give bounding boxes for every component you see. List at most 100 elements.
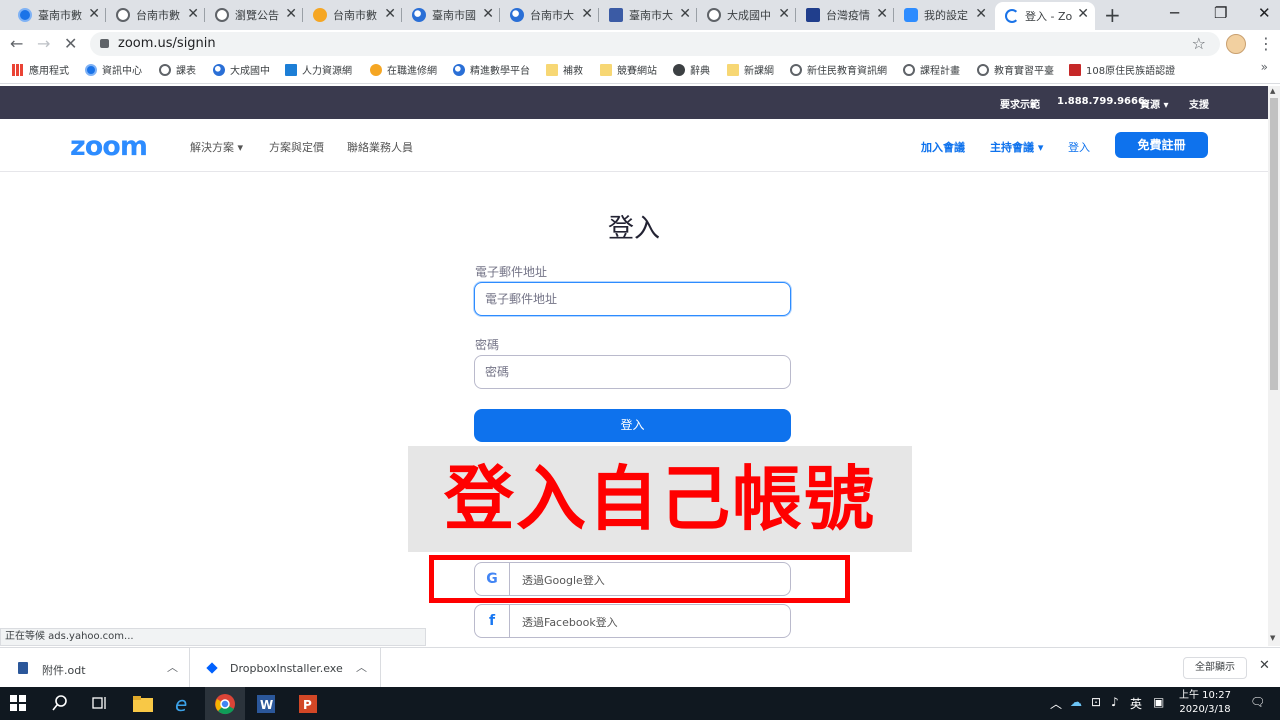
bookmark-item[interactable]: 108原住民族語認證 [1069, 62, 1175, 77]
new-tab-button[interactable]: + [1104, 3, 1121, 27]
facebook-signin-label: 透過Facebook登入 [522, 616, 618, 629]
email-field[interactable] [474, 282, 791, 316]
resources-menu[interactable]: 資源 ▾ [1140, 96, 1169, 111]
browser-tab[interactable]: 臺南市數 ✕ [8, 2, 106, 28]
close-icon[interactable]: ✕ [384, 6, 396, 22]
bookmark-item[interactable]: 競賽網站 [600, 62, 657, 77]
stop-loading-icon[interactable]: ✕ [64, 34, 77, 53]
password-field[interactable] [474, 355, 791, 389]
show-all-downloads-button[interactable]: 全部顯示 [1183, 657, 1247, 679]
close-icon[interactable]: ✕ [581, 6, 593, 22]
tab-title: 台南市數 [136, 9, 180, 22]
bookmark-item[interactable]: 精進數學平台 [453, 62, 530, 77]
window-close-icon[interactable]: ✕ [1258, 4, 1271, 22]
close-icon[interactable]: ✕ [778, 6, 790, 22]
tab-title: 我的設定 [924, 9, 968, 22]
ie-icon [510, 8, 524, 22]
volume-icon[interactable]: ♪ [1111, 695, 1119, 709]
file-explorer-icon[interactable] [132, 693, 154, 715]
profile-avatar[interactable] [1226, 34, 1246, 54]
ime-indicator[interactable]: 英 [1130, 695, 1142, 712]
close-icon[interactable]: ✕ [1077, 6, 1089, 22]
close-icon[interactable]: ✕ [876, 6, 888, 22]
word-icon[interactable]: W [255, 693, 277, 715]
ime-mode-icon[interactable]: ▣ [1153, 695, 1164, 709]
browser-tab[interactable]: 瀏覽公告 ✕ [205, 2, 303, 28]
bookmark-item[interactable]: 辭典 [673, 62, 710, 77]
annotation-highlight-box [429, 555, 850, 603]
powerpoint-icon[interactable]: P [297, 693, 319, 715]
scroll-up-arrow-icon[interactable]: ▲ [1270, 87, 1275, 95]
zoom-icon [904, 8, 918, 22]
scrollbar-thumb[interactable] [1270, 98, 1278, 390]
zoom-logo[interactable]: zoom [70, 131, 148, 162]
close-icon[interactable]: ✕ [88, 6, 100, 22]
back-arrow-icon[interactable]: ← [10, 34, 23, 53]
bookmark-item[interactable]: 課表 [159, 62, 196, 77]
host-meeting-menu[interactable]: 主持會議 ▾ [990, 139, 1043, 155]
browser-tab[interactable]: 台灣疫情 ✕ [796, 2, 894, 28]
bookmark-item[interactable]: 在職進修網 [370, 62, 437, 77]
orange-app-icon [370, 63, 382, 76]
bookmark-item[interactable]: 應用程式 [12, 62, 69, 77]
internet-explorer-icon[interactable]: e [173, 693, 195, 715]
browser-tab[interactable]: 台南市數 ✕ [106, 2, 205, 28]
forward-arrow-icon[interactable]: → [37, 34, 50, 53]
join-meeting-link[interactable]: 加入會議 [921, 139, 965, 155]
bookmark-item[interactable]: 人力資源網 [285, 62, 352, 77]
windows-start-icon[interactable] [10, 695, 32, 717]
chrome-icon[interactable] [214, 693, 236, 715]
grey-globe-icon [977, 63, 989, 76]
close-icon[interactable]: ✕ [187, 6, 199, 22]
close-icon[interactable]: ✕ [1259, 658, 1270, 673]
download-item[interactable]: DropboxInstaller.exe ︿ [190, 648, 381, 688]
bookmark-item[interactable]: 新住民教育資訊網 [790, 62, 887, 77]
more-vertical-icon[interactable]: ⋮ [1258, 34, 1274, 53]
bookmark-item[interactable]: 大成國中 [213, 62, 270, 77]
bookmark-item[interactable]: 資訊中心 [85, 62, 142, 77]
address-bar[interactable]: zoom.us/signin ☆ [90, 32, 1220, 56]
bookmark-item[interactable]: 課程計畫 [903, 62, 960, 77]
restore-icon[interactable]: ❐ [1214, 4, 1227, 22]
browser-tab[interactable]: 台南市大 ✕ [500, 2, 599, 28]
lock-icon [100, 39, 109, 48]
bookmark-item[interactable]: 新課綱 [727, 62, 774, 77]
support-link[interactable]: 支援 [1189, 96, 1209, 111]
download-item[interactable]: 附件.odt ︿ [0, 648, 190, 688]
close-icon[interactable]: ✕ [482, 6, 494, 22]
task-view-icon[interactable] [92, 695, 114, 717]
close-icon[interactable]: ✕ [679, 6, 691, 22]
chevron-up-icon[interactable]: ︿ [1050, 695, 1062, 712]
chevron-up-icon[interactable]: ︿ [167, 659, 178, 675]
bookmark-label: 在職進修網 [387, 66, 437, 77]
chevron-right-double-icon[interactable]: » [1261, 60, 1268, 74]
browser-tab[interactable]: 台南市數 ✕ [303, 2, 402, 28]
solutions-menu[interactable]: 解決方案 ▾ [190, 139, 243, 155]
notification-icon[interactable]: 🗨 [1250, 695, 1265, 709]
bookmark-star-icon[interactable]: ☆ [1192, 34, 1206, 53]
signin-link[interactable]: 登入 [1068, 139, 1090, 155]
browser-tab[interactable]: 臺南市大 ✕ [599, 2, 697, 28]
scroll-down-arrow-icon[interactable]: ▼ [1270, 634, 1275, 642]
plans-pricing-link[interactable]: 方案與定價 [269, 139, 324, 155]
browser-tab[interactable]: 我的設定 ✕ [894, 2, 993, 28]
close-icon[interactable]: ✕ [285, 6, 297, 22]
browser-tab[interactable]: 大成國中 ✕ [697, 2, 796, 28]
signup-button[interactable]: 免費註冊 [1115, 132, 1208, 158]
minimize-icon[interactable]: ─ [1170, 4, 1179, 22]
clock[interactable]: 上午 10:27 2020/3/18 [1172, 689, 1238, 717]
cloud-icon[interactable]: ☁ [1070, 695, 1082, 709]
request-demo-link[interactable]: 要求示範 [1000, 96, 1040, 111]
bookmark-label: 108原住民族語認證 [1086, 66, 1176, 77]
browser-tab[interactable]: 臺南市國 ✕ [402, 2, 500, 28]
contact-sales-link[interactable]: 聯絡業務人員 [347, 139, 413, 155]
network-icon[interactable]: ⊡ [1091, 695, 1101, 709]
bookmark-item[interactable]: 教育實習平臺 [977, 62, 1054, 77]
bookmark-item[interactable]: 補救 [546, 62, 583, 77]
chevron-up-icon[interactable]: ︿ [356, 659, 367, 675]
search-icon[interactable] [52, 695, 74, 717]
close-icon[interactable]: ✕ [975, 6, 987, 22]
browser-tab-active[interactable]: 登入 - Zo ✕ [995, 2, 1095, 30]
facebook-signin-button[interactable]: f 透過Facebook登入 [474, 604, 791, 638]
signin-button[interactable]: 登入 [474, 409, 791, 442]
